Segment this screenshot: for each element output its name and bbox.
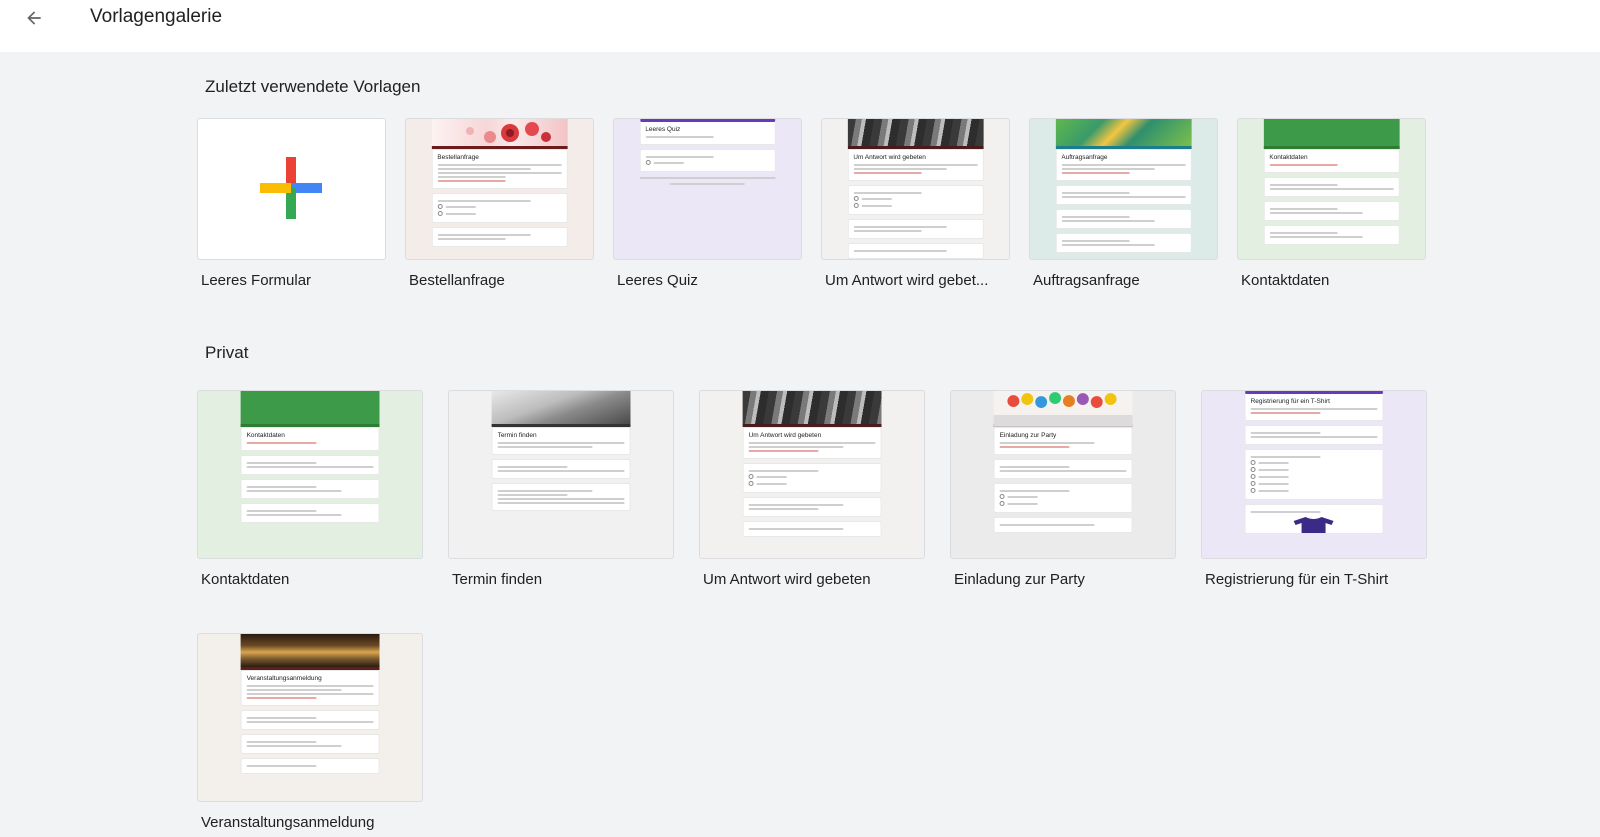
template-label: Einladung zur Party [954,571,1085,588]
t-shirt-icon [1294,517,1334,533]
preview-title: Um Antwort wird gebeten [748,432,822,439]
preview-title: Registrierung für ein T-Shirt [1250,398,1330,405]
template-label: Leeres Quiz [617,272,698,289]
template-thumbnail [197,118,386,260]
template-blank-form[interactable]: Leeres Formular [197,118,386,293]
template-einladung-zur-party[interactable]: Einladung zur Party Einladung zur Party [950,390,1176,595]
template-thumbnail: Kontaktdaten [1237,118,1426,260]
section-title-private: Privat [205,343,249,362]
plus-icon [260,157,322,219]
template-label: Um Antwort wird gebet... [825,272,989,289]
preview-title: Bestellanfrage [437,154,479,161]
crowd-header-image [742,391,882,427]
template-registrierung-t-shirt[interactable]: Registrierung für ein T-Shirt Registrier… [1201,390,1427,595]
preview-title: Kontaktdaten [1269,154,1308,161]
preview-title: Leeres Quiz [645,126,681,133]
template-label: Um Antwort wird gebeten [703,571,871,588]
template-bestellanfrage[interactable]: Bestellanfrage Bestellanfrage [405,118,594,293]
section-title-recent: Zuletzt verwendete Vorlagen [205,77,421,96]
template-um-antwort-wird-gebeten[interactable]: Um Antwort wird gebeten Um Antwort wird … [821,118,1010,293]
preview-title: Veranstaltungsanmeldung [246,675,322,682]
page-title: Vorlagengalerie [90,6,223,27]
template-veranstaltungsanmeldung[interactable]: Veranstaltungsanmeldung Veranstaltungsan… [197,633,423,837]
template-label: Leeres Formular [201,272,312,289]
template-private-um-antwort[interactable]: Um Antwort wird gebeten Um Antwort wird … [699,390,925,595]
template-thumbnail: Um Antwort wird gebeten [699,390,925,559]
template-label: Kontaktdaten [1241,272,1330,289]
flowers-icon [465,122,551,143]
template-thumbnail: Leeres Quiz [613,118,802,260]
template-termin-finden[interactable]: Termin finden Termin finden [448,390,674,595]
back-button[interactable] [20,4,48,32]
green-header-image [240,391,380,427]
flower-header-image [431,119,568,149]
template-label: Bestellanfrage [409,272,505,289]
template-thumbnail: Veranstaltungsanmeldung [197,633,423,802]
preview-title: Um Antwort wird gebeten [853,154,926,161]
template-label: Termin finden [452,571,543,588]
preview-title: Auftragsanfrage [1061,154,1108,161]
top-bar: Vorlagengalerie [0,0,1600,52]
building-header-image [240,634,380,670]
template-label: Veranstaltungsanmeldung [201,814,375,831]
balloons-icon [993,392,1133,427]
illustration-header-image [1055,119,1192,149]
notebook-header-image [491,391,631,427]
template-thumbnail: Auftragsanfrage [1029,118,1218,260]
template-thumbnail: Termin finden [448,390,674,559]
template-label: Registrierung für ein T-Shirt [1205,571,1389,588]
template-kontaktdaten[interactable]: Kontaktdaten Kontaktdaten [1237,118,1426,293]
preview-title: Termin finden [497,432,537,439]
template-thumbnail: Kontaktdaten [197,390,423,559]
crowd-header-image [847,119,984,149]
preview-title: Einladung zur Party [999,432,1057,439]
template-thumbnail: Bestellanfrage [405,118,594,260]
template-thumbnail: Um Antwort wird gebeten [821,118,1010,260]
template-thumbnail: Registrierung für ein T-Shirt [1201,390,1427,559]
template-label: Kontaktdaten [201,571,290,588]
template-leeres-quiz[interactable]: Leeres Quiz Leeres Quiz [613,118,802,293]
template-thumbnail: Einladung zur Party [950,390,1176,559]
green-header-image [1263,119,1400,149]
balloons-header-image [993,391,1133,427]
template-label: Auftragsanfrage [1033,272,1140,289]
preview-title: Kontaktdaten [246,432,285,439]
arrow-back-icon [27,11,41,25]
template-auftragsanfrage[interactable]: Auftragsanfrage Auftragsanfrage [1029,118,1218,293]
template-private-kontaktdaten[interactable]: Kontaktdaten Kontaktdaten [197,390,423,595]
